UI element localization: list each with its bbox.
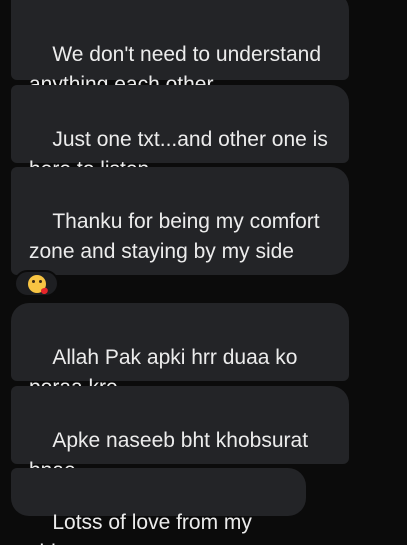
message-bubble[interactable]: Lotss of love from my side xyxy=(11,468,306,545)
message-thread: We don't need to understand anything eac… xyxy=(0,0,407,545)
message-bubble[interactable]: Just one txt...and other one is here to … xyxy=(11,85,349,181)
message-text: Thanku for being my comfort zone and sta… xyxy=(29,210,326,263)
message-bubble[interactable]: Apke naseeb bht khobsurat bnae xyxy=(11,386,349,482)
message-text: Lotss of love from my side xyxy=(29,511,252,545)
message-reaction[interactable] xyxy=(14,270,59,297)
message-bubble[interactable]: Thanku for being my comfort zone and sta… xyxy=(11,167,349,354)
message-bubble[interactable]: Allah Pak apki hrr duaa ko poraa kre xyxy=(11,303,349,399)
kissing-face-icon xyxy=(27,274,46,293)
message-bubble[interactable]: We don't need to understand anything eac… xyxy=(11,0,349,96)
